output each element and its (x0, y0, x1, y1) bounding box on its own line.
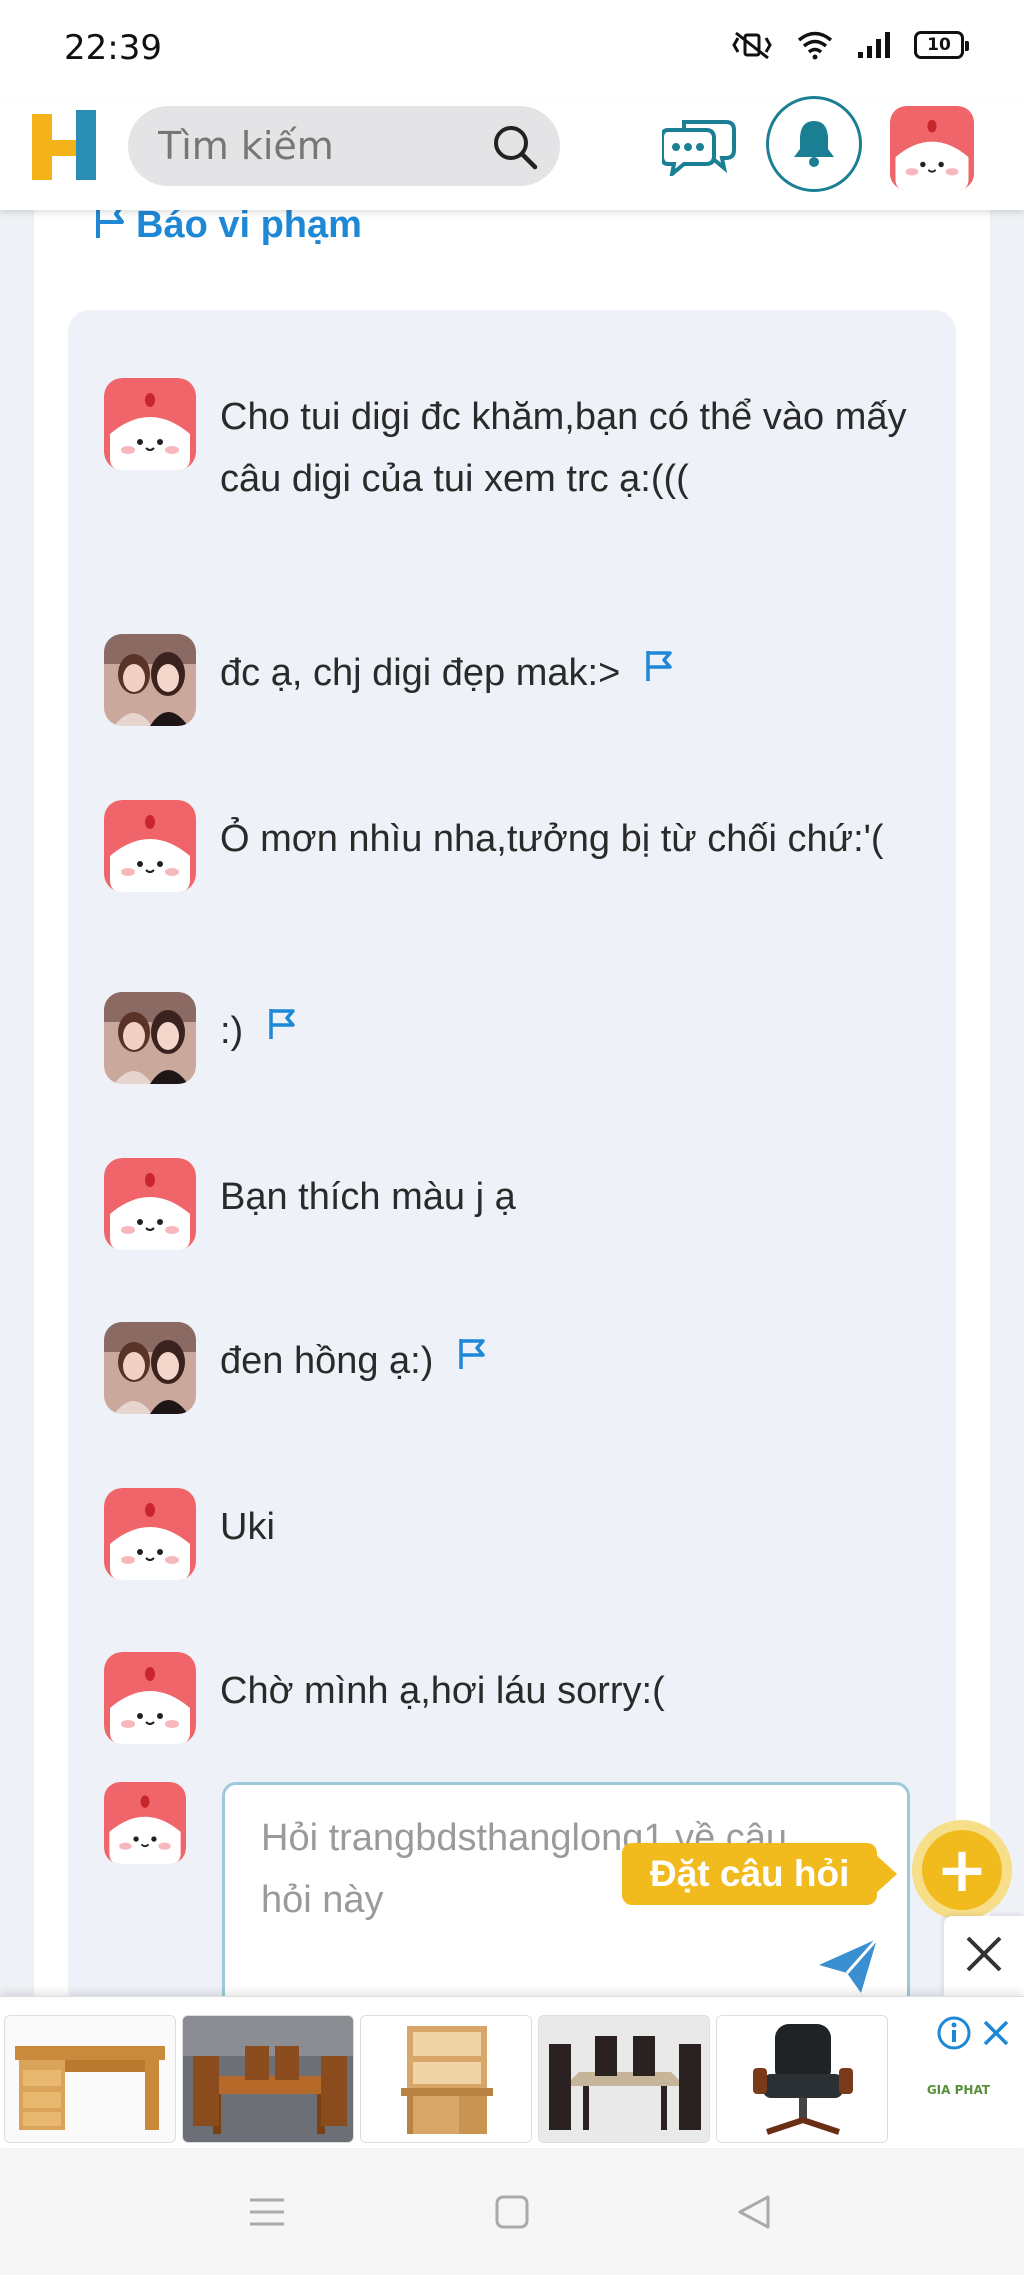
bell-icon (791, 117, 837, 171)
app-header (0, 96, 1024, 210)
answerer-avatar[interactable] (104, 992, 196, 1084)
ask-question-label[interactable]: Đặt câu hỏi (622, 1843, 898, 1905)
asker-avatar[interactable] (104, 378, 196, 470)
close-icon (962, 1932, 1006, 1980)
ad-item-office-desk[interactable] (4, 2015, 176, 2143)
search-box[interactable] (128, 106, 560, 186)
current-user-avatar (104, 1782, 186, 1864)
search-input[interactable] (158, 106, 478, 186)
chat-panel (68, 310, 956, 2010)
report-flag-icon[interactable] (265, 998, 299, 1060)
message-text-row: đen hồng ạ:) (220, 1330, 920, 1392)
status-icons: 10 (730, 30, 969, 60)
send-icon[interactable] (815, 1935, 881, 2001)
notification-button[interactable] (766, 96, 862, 192)
wifi-icon (796, 30, 834, 60)
back-nav-icon[interactable] (734, 2192, 774, 2236)
ad-item-study-desk-shelf[interactable] (360, 2015, 532, 2143)
ad-item-dining-table[interactable] (182, 2015, 354, 2143)
home-nav-icon[interactable] (492, 2192, 532, 2236)
message-text: :) (220, 1010, 244, 1052)
menu-nav-icon[interactable] (246, 2192, 288, 2236)
vibrate-mute-icon (730, 30, 774, 60)
ask-question-button[interactable]: + (912, 1820, 1012, 1920)
plus-icon: + (922, 1830, 1002, 1910)
ad-item-leather-office-chair[interactable] (716, 2015, 888, 2143)
user-avatar[interactable] (890, 106, 974, 190)
ad-brand-logo: GIA PHAT (926, 2083, 990, 2097)
asker-avatar[interactable] (104, 1158, 196, 1250)
ad-close-button[interactable] (944, 1916, 1024, 1996)
message-text-row: đc ạ, chj digi đẹp mak:> (220, 642, 920, 704)
report-flag-icon[interactable] (642, 640, 676, 702)
ad-banner[interactable]: GIA PHAT (0, 1996, 1024, 2148)
report-flag-icon[interactable] (455, 1328, 489, 1390)
ad-dismiss-icon[interactable] (980, 2017, 1012, 2053)
asker-avatar[interactable] (104, 800, 196, 892)
message-text: Uki (220, 1506, 275, 1548)
message-text: đc ạ, chj digi đẹp mak:> (220, 652, 621, 694)
status-bar: 22:39 10 (0, 0, 1024, 100)
asker-avatar[interactable] (104, 1488, 196, 1580)
signal-icon (856, 30, 892, 60)
message-text: Cho tui digi đc khăm,bạn có thể vào mấy … (220, 396, 907, 500)
message-text: Ỏ mơn nhìu nha,tưởng bị từ chối chứ:'( (220, 818, 884, 860)
asker-avatar[interactable] (104, 1652, 196, 1744)
answerer-avatar[interactable] (104, 1322, 196, 1414)
ad-item-marble-dining-set[interactable] (538, 2015, 710, 2143)
battery-icon: 10 (914, 31, 969, 59)
ad-info-icon[interactable] (936, 2015, 972, 2055)
chat-icon[interactable] (660, 112, 738, 180)
status-time: 22:39 (64, 28, 162, 68)
hoc24-logo[interactable] (32, 108, 102, 184)
message-text: Chờ mình ạ,hơi láu sorry:( (220, 1670, 665, 1712)
message-text-row: :) (220, 1000, 920, 1062)
answerer-avatar[interactable] (104, 634, 196, 726)
search-icon[interactable] (490, 122, 540, 176)
message-text: Bạn thích màu j ạ (220, 1176, 516, 1218)
message-text: đen hồng ạ:) (220, 1340, 434, 1382)
system-nav-bar (0, 2148, 1024, 2275)
